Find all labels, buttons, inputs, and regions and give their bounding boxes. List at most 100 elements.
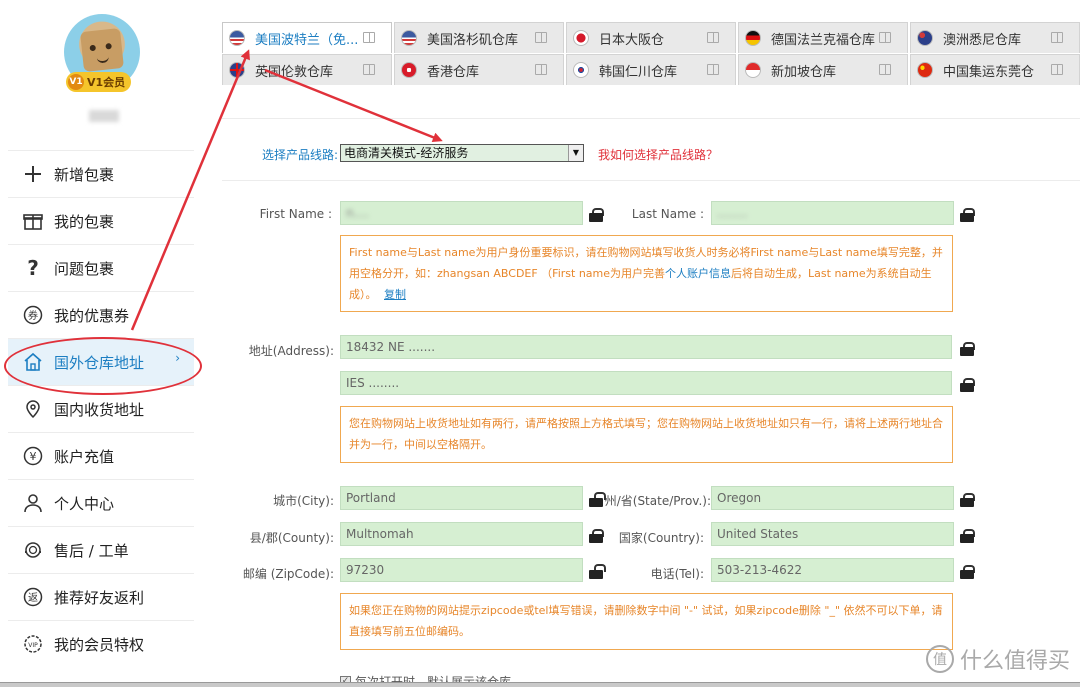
first-name-value: n....	[346, 206, 369, 220]
tab-us-portland[interactable]: 美国波特兰（免...	[222, 22, 392, 53]
hong-kong-flag-icon	[401, 62, 417, 78]
last-name-field[interactable]: ........	[711, 201, 954, 225]
address-line2-field[interactable]: IES ........	[340, 371, 952, 395]
taskbar-strip	[0, 682, 1080, 687]
sidebar-item-label: 账户充值	[54, 447, 115, 466]
route-selected-value: 电商清关模式-经济服务	[344, 146, 469, 160]
book-icon[interactable]	[879, 32, 891, 43]
lock-icon[interactable]	[960, 565, 975, 579]
tab-us-los-angeles[interactable]: 美国洛杉矶仓库	[394, 22, 564, 53]
sidebar-item-label: 我的包裹	[54, 212, 115, 231]
copy-link[interactable]: 复制	[384, 288, 406, 301]
country-value: United States	[717, 527, 799, 541]
book-icon[interactable]	[879, 64, 891, 75]
sidebar-item-label: 问题包裹	[54, 259, 115, 278]
china-flag-icon	[917, 62, 933, 78]
tab-china-dongguan[interactable]: 中国集运东莞仓	[910, 54, 1080, 85]
tab-uk-london[interactable]: 英国伦敦仓库	[222, 54, 392, 85]
australia-flag-icon	[917, 30, 933, 46]
sidebar-item-coupons[interactable]: 券 我的优惠券	[8, 291, 194, 338]
lock-icon[interactable]	[960, 493, 975, 507]
tab-germany-frankfurt[interactable]: 德国法兰克福仓库	[738, 22, 908, 53]
address-line2-value: IES ........	[346, 376, 400, 390]
county-value: Multnomah	[346, 527, 414, 541]
sidebar-item-label: 售后 / 工单	[54, 541, 129, 560]
user-icon	[22, 492, 44, 514]
zip-note: 如果您正在购物的网站提示zipcode或tel填写错误，请删除数字中间 "-" …	[340, 593, 953, 650]
house-icon	[22, 351, 44, 373]
sidebar-item-label: 推荐好友返利	[54, 588, 145, 607]
sidebar-item-domestic-address[interactable]: 国内收货地址	[8, 385, 194, 432]
tab-hong-kong[interactable]: 香港仓库	[394, 54, 564, 85]
book-icon[interactable]	[363, 32, 375, 43]
book-icon[interactable]	[535, 64, 547, 75]
sidebar-item-after-sales[interactable]: 售后 / 工单	[8, 526, 194, 573]
svg-text:¥: ¥	[30, 450, 37, 463]
tab-label: 澳洲悉尼仓库	[943, 32, 1022, 48]
vip-icon: VIP	[22, 633, 44, 655]
username-redacted	[89, 110, 119, 122]
city-value: Portland	[346, 491, 396, 505]
book-icon[interactable]	[1051, 32, 1063, 43]
us-flag-icon	[401, 30, 417, 46]
last-name-label: Last Name :	[631, 207, 704, 221]
sidebar-item-problem-packages[interactable]: ? 问题包裹	[8, 244, 194, 291]
tab-korea-incheon[interactable]: 韩国仁川仓库	[566, 54, 736, 85]
sidebar-item-add-package[interactable]: 新增包裹	[8, 150, 194, 197]
route-label: 选择产品线路:	[262, 148, 339, 162]
lock-icon[interactable]	[960, 378, 975, 392]
tab-label: 英国伦敦仓库	[255, 64, 334, 80]
dropdown-arrow-icon[interactable]: ▼	[568, 145, 583, 161]
country-field[interactable]: United States	[711, 522, 954, 546]
city-label: 城市(City):	[273, 494, 334, 508]
page: V1 V1会员 新增包裹 我的包裹 ? 问题包裹 券 我的优惠券 国外仓库地址 …	[0, 0, 1080, 687]
first-name-label: First Name :	[259, 207, 332, 221]
sidebar-item-vip-privileges[interactable]: VIP 我的会员特权	[8, 620, 194, 667]
rebate-icon: 返	[22, 586, 44, 608]
tab-label: 日本大阪仓	[599, 32, 665, 48]
zip-value: 97230	[346, 563, 385, 577]
address-label: 地址(Address):	[248, 344, 334, 358]
tab-japan-osaka[interactable]: 日本大阪仓	[566, 22, 736, 53]
lock-icon[interactable]	[960, 342, 975, 356]
sidebar-item-recharge[interactable]: ¥ 账户充值	[8, 432, 194, 479]
book-icon[interactable]	[535, 32, 547, 43]
zip-note-text: 如果您正在购物的网站提示zipcode或tel填写错误，请删除数字中间 "-" …	[349, 604, 943, 638]
book-icon[interactable]	[707, 32, 719, 43]
book-icon[interactable]	[363, 64, 375, 75]
tab-label: 德国法兰克福仓库	[771, 32, 876, 48]
lock-icon[interactable]	[960, 529, 975, 543]
route-select[interactable]: 电商清关模式-经济服务 ▼	[340, 144, 584, 162]
first-name-field[interactable]: n....	[340, 201, 583, 225]
zip-label: 邮编 (ZipCode):	[242, 567, 334, 581]
state-field[interactable]: Oregon	[711, 486, 954, 510]
book-icon[interactable]	[1051, 64, 1063, 75]
sidebar-item-personal-center[interactable]: 个人中心	[8, 479, 194, 526]
last-name-value: ........	[717, 206, 748, 220]
sidebar-item-overseas-warehouse[interactable]: 国外仓库地址 ›	[8, 338, 194, 385]
tab-label: 美国波特兰（免...	[255, 32, 359, 48]
sidebar-item-label: 新增包裹	[54, 165, 115, 184]
book-icon[interactable]	[707, 64, 719, 75]
uk-flag-icon	[229, 62, 245, 78]
tab-singapore[interactable]: 新加坡仓库	[738, 54, 908, 85]
sidebar-item-referral[interactable]: 返 推荐好友返利	[8, 573, 194, 620]
sidebar-menu: 新增包裹 我的包裹 ? 问题包裹 券 我的优惠券 国外仓库地址 › 国内收货地址…	[8, 150, 194, 667]
address-line1-field[interactable]: 18432 NE .......	[340, 335, 952, 359]
tab-australia-sydney[interactable]: 澳洲悉尼仓库	[910, 22, 1080, 53]
lock-icon[interactable]	[960, 208, 975, 222]
tab-label: 美国洛杉矶仓库	[427, 32, 519, 48]
tel-field[interactable]: 503-213-4622	[711, 558, 954, 582]
question-icon: ?	[27, 256, 39, 280]
location-pin-icon	[22, 398, 44, 420]
sidebar-item-my-packages[interactable]: 我的包裹	[8, 197, 194, 244]
route-help-link[interactable]: 我如何选择产品线路？	[598, 146, 718, 163]
county-label: 县/郡(County):	[249, 531, 334, 545]
city-field[interactable]: Portland	[340, 486, 583, 510]
county-field[interactable]: Multnomah	[340, 522, 583, 546]
account-info-link[interactable]: 个人账户信息	[665, 267, 731, 280]
watermark: 值 什么值得买	[925, 643, 1070, 675]
zip-field[interactable]: 97230	[340, 558, 583, 582]
sidebar-item-label: 国内收货地址	[54, 400, 145, 419]
tab-label: 韩国仁川仓库	[599, 64, 678, 80]
